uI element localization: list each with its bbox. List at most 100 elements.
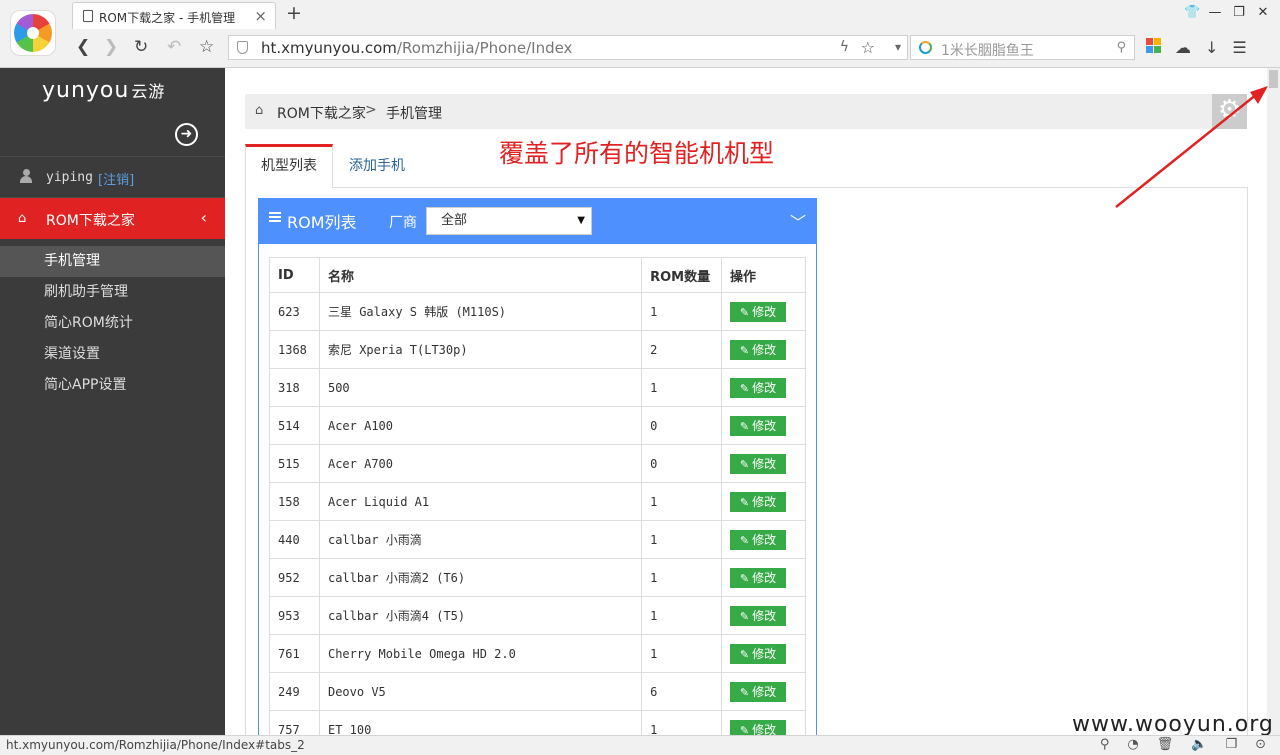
lightning-icon[interactable]: ϟ bbox=[840, 39, 849, 55]
edit-button[interactable]: ✎ 修改 bbox=[730, 453, 787, 474]
brand-name: yunyou bbox=[42, 78, 130, 103]
new-tab-button[interactable]: + bbox=[286, 3, 302, 23]
edit-label: 修改 bbox=[752, 342, 777, 357]
cell-action: ✎ 修改 bbox=[721, 520, 806, 559]
edit-button[interactable]: ✎ 修改 bbox=[730, 605, 787, 626]
browser-tab[interactable]: ROM下载之家 - 手机管理 × bbox=[72, 2, 276, 29]
tab-phone-list[interactable]: 机型列表 bbox=[245, 144, 333, 188]
status-bar: ht.xmyunyou.com/Romzhijia/Phone/Index#ta… bbox=[0, 735, 1280, 755]
edit-button[interactable]: ✎ 修改 bbox=[730, 377, 787, 398]
download-icon[interactable]: ↓ bbox=[1205, 38, 1218, 57]
home-icon: ⌂ bbox=[18, 211, 27, 226]
cell-id: 249 bbox=[269, 672, 320, 711]
forward-button[interactable]: ❯ bbox=[104, 37, 118, 57]
edit-icon: ✎ bbox=[739, 457, 750, 471]
cell-action: ✎ 修改 bbox=[721, 368, 806, 407]
edit-icon: ✎ bbox=[739, 609, 750, 623]
apps-icon[interactable] bbox=[1146, 38, 1161, 53]
edit-label: 修改 bbox=[752, 646, 777, 661]
skin-icon[interactable]: 👕 bbox=[1184, 5, 1200, 20]
edit-icon: ✎ bbox=[739, 381, 750, 395]
edit-label: 修改 bbox=[752, 532, 777, 547]
page-icon bbox=[83, 10, 93, 22]
submenu-item-phone-manage[interactable]: 手机管理 bbox=[0, 246, 225, 277]
cell-id: 318 bbox=[269, 368, 320, 407]
breadcrumb-root[interactable]: ROM下载之家 bbox=[277, 103, 366, 123]
cell-name: Acer A700 bbox=[318, 444, 643, 483]
home-icon: ⌂ bbox=[255, 103, 264, 118]
status-url: ht.xmyunyou.com/Romzhijia/Phone/Index#ta… bbox=[6, 738, 305, 752]
pin-icon[interactable]: ⚲ bbox=[1100, 737, 1110, 752]
url-host: ht.xmyunyou.com bbox=[261, 39, 397, 57]
edit-icon: ✎ bbox=[739, 647, 750, 661]
table-row: 623 三星 Galaxy S 韩版 (M110S) 1 ✎ 修改 bbox=[269, 292, 806, 331]
cell-name: Acer Liquid A1 bbox=[318, 482, 643, 521]
cell-rom-count: 0 bbox=[641, 406, 723, 445]
trash-icon[interactable]: 🗑 bbox=[1157, 737, 1174, 752]
edit-icon: ✎ bbox=[739, 685, 750, 699]
cell-name: callbar 小雨滴4 (T5) bbox=[318, 596, 643, 635]
undo-close-button[interactable]: ↶ bbox=[167, 37, 181, 57]
reload-button[interactable]: ↻ bbox=[134, 37, 148, 57]
browser-logo-icon[interactable] bbox=[10, 10, 56, 56]
user-row: yiping [注销] bbox=[0, 156, 225, 198]
window-icon[interactable]: ❐ bbox=[1225, 737, 1237, 752]
cell-id: 761 bbox=[269, 634, 320, 673]
edit-button[interactable]: ✎ 修改 bbox=[730, 339, 787, 360]
chevron-left-icon: ‹ bbox=[200, 208, 207, 227]
cell-id: 515 bbox=[269, 444, 320, 483]
cell-action: ✎ 修改 bbox=[721, 444, 806, 483]
edit-label: 修改 bbox=[752, 494, 777, 509]
tab-close-icon[interactable]: × bbox=[254, 7, 267, 25]
edit-button[interactable]: ✎ 修改 bbox=[730, 491, 787, 512]
maximize-button[interactable]: ❐ bbox=[1232, 5, 1246, 20]
scrollbar-thumb[interactable] bbox=[1269, 70, 1278, 88]
menu-icon[interactable]: ☰ bbox=[1232, 38, 1246, 57]
cell-rom-count: 6 bbox=[641, 672, 723, 711]
cell-name: Deovo V5 bbox=[318, 672, 643, 711]
cloud-icon[interactable]: ☁ bbox=[1175, 38, 1191, 57]
edit-label: 修改 bbox=[752, 608, 777, 623]
cell-rom-count: 1 bbox=[641, 558, 723, 597]
edit-button[interactable]: ✎ 修改 bbox=[730, 719, 787, 735]
edit-button[interactable]: ✎ 修改 bbox=[730, 681, 787, 702]
sidebar-toggle-icon[interactable]: ➜ bbox=[175, 123, 198, 146]
table-row: 158 Acer Liquid A1 1 ✎ 修改 bbox=[269, 482, 806, 521]
submenu-item-flash-assistant[interactable]: 刷机助手管理 bbox=[0, 277, 225, 308]
vendor-select[interactable]: 全部 ▼ bbox=[426, 207, 592, 235]
collapse-icon[interactable]: ﹀ bbox=[790, 209, 806, 233]
search-icon[interactable]: ⚲ bbox=[1116, 40, 1126, 55]
chevron-down-icon[interactable]: ▾ bbox=[895, 40, 901, 54]
address-bar[interactable]: ht.xmyunyou.com/Romzhijia/Phone/Index ϟ … bbox=[228, 35, 908, 60]
star-icon[interactable]: ☆ bbox=[861, 38, 875, 57]
submenu-item-app-settings[interactable]: 简心APP设置 bbox=[0, 370, 225, 401]
zoom-icon[interactable]: ⊙ bbox=[1255, 737, 1266, 752]
search-engine-icon bbox=[919, 41, 932, 54]
submenu-item-rom-stats[interactable]: 简心ROM统计 bbox=[0, 308, 225, 339]
sidebar-item-rom-home[interactable]: ⌂ ROM下载之家 ‹ bbox=[0, 198, 225, 239]
edit-icon: ✎ bbox=[739, 343, 750, 357]
close-window-button[interactable]: ✕ bbox=[1256, 5, 1270, 20]
logout-link[interactable]: [注销] bbox=[98, 169, 134, 188]
speaker-icon[interactable]: 🔈 bbox=[1191, 737, 1207, 752]
cell-name: callbar 小雨滴 bbox=[318, 520, 643, 559]
cell-rom-count: 1 bbox=[641, 292, 723, 331]
favorites-button[interactable]: ☆ bbox=[199, 37, 214, 57]
cell-rom-count: 1 bbox=[641, 634, 723, 673]
vendor-selected: 全部 bbox=[441, 213, 468, 228]
tab-add-phone[interactable]: 添加手机 bbox=[349, 144, 429, 187]
submenu-item-channel-settings[interactable]: 渠道设置 bbox=[0, 339, 225, 370]
edit-button[interactable]: ✎ 修改 bbox=[730, 301, 787, 322]
back-button[interactable]: ❮ bbox=[76, 37, 90, 57]
edit-button[interactable]: ✎ 修改 bbox=[730, 415, 787, 436]
cell-name: callbar 小雨滴2 (T6) bbox=[318, 558, 643, 597]
speed-icon[interactable]: ◔ bbox=[1127, 737, 1138, 752]
edit-button[interactable]: ✎ 修改 bbox=[730, 529, 787, 550]
cell-action: ✎ 修改 bbox=[721, 672, 806, 711]
table-row: 249 Deovo V5 6 ✎ 修改 bbox=[269, 672, 806, 711]
edit-button[interactable]: ✎ 修改 bbox=[730, 567, 787, 588]
minimize-button[interactable]: — bbox=[1208, 5, 1222, 20]
search-input[interactable]: 1米长胭脂鱼王 ⚲ bbox=[910, 35, 1135, 60]
tab-title: ROM下载之家 - 手机管理 bbox=[99, 11, 236, 25]
edit-button[interactable]: ✎ 修改 bbox=[730, 643, 787, 664]
